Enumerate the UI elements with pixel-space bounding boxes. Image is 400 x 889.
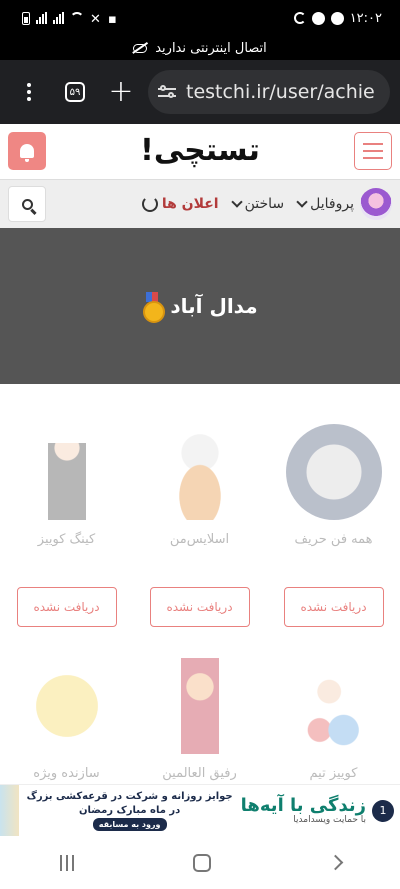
browser-menu-button[interactable] [10,72,48,112]
mute-icon: ✕ [90,12,101,27]
achievement-status-button[interactable]: دریافت نشده [16,587,117,627]
ad-number-badge: 1 [372,799,394,822]
achievement-title: سازنده ویژه [33,766,100,781]
url-text: testchi.ir/user/achie [186,81,375,103]
chevron-down-icon [296,196,308,208]
chevron-down-icon [230,196,243,208]
search-icon [21,198,33,210]
achievements-grid: همه فن حریف دریافت نشده اسلایس‌من دریافت… [0,384,400,784]
nav-profile[interactable]: پروفایل [296,196,354,212]
site-settings-icon[interactable] [158,84,178,100]
home-button[interactable] [192,853,211,872]
ad-text: جوایز روزانه و شرکت در قرعه‌کشی بزرگ در … [27,790,233,832]
status-bar: ✕ ▪ ۱۲:۰۲ [0,0,400,36]
search-button[interactable] [8,186,46,222]
ad-cta-button[interactable]: ورود به مسابقه [92,817,167,831]
achievement-status-button[interactable]: دریافت نشده [149,587,250,627]
achievement-status-button[interactable]: دریافت نشده [283,587,384,627]
achievement-title: رفیق العالمین [162,766,237,781]
signal-2-icon [53,12,64,24]
chat-notification-icon [330,11,344,25]
site-logo[interactable]: تستچی! [120,130,280,172]
site-header: تستچی! [0,124,400,180]
signal-icon [36,12,47,24]
tab-switcher-button[interactable]: ۵۹ [56,72,94,112]
menu-line [363,150,383,152]
cloud-off-icon [133,43,148,53]
puzzle-kid-icon [285,658,382,754]
tab-count: ۵۹ [65,82,85,102]
refresh-icon [141,196,158,212]
system-nav-bar [0,836,400,889]
recent-apps-button[interactable] [59,854,74,871]
astronaut-badge-icon [285,424,382,520]
achievement-card: همه فن حریف دریافت نشده [267,424,400,627]
achievement-title: همه فن حریف [294,532,373,547]
ad-banner[interactable]: 1 زندگی با آیه‌ها با حمایت ویسدامدیا جوا… [0,784,400,837]
status-icons-left: ✕ ▪ [22,11,120,27]
astronaut-on-planet-icon [151,424,248,520]
nav-bar: پروفایل ساختن اعلان ها [0,180,400,228]
achievement-card: سازنده ویژه [0,658,133,781]
achievement-card: رفیق العالمین [133,658,266,781]
menu-line [363,143,383,145]
fox-king-icon [151,658,248,754]
nav-create[interactable]: ساختن [230,196,285,212]
address-bar[interactable]: testchi.ir/user/achie [148,70,390,114]
menu-line [363,157,383,159]
achievement-card: کینگ کوییز دریافت نشده [0,424,133,627]
clock: ۱۲:۰۲ [349,10,382,26]
page-title: مدال آباد [170,294,258,318]
page-banner: مدال آباد [0,228,400,384]
offline-notice: اتصال اینترنتی ندارید [0,36,400,60]
status-icons-right: ۱۲:۰۲ [293,10,382,26]
nav-profile-label: پروفایل [310,196,354,212]
king-character-icon [18,424,115,520]
achievement-card: اسلایس‌من دریافت نشده [133,424,266,627]
nav-create-label: ساختن [244,196,285,212]
ad-line-2: در ماه مبارک رمضان [78,804,181,816]
nav-notifications-label: اعلان ها [161,196,219,212]
back-button[interactable] [327,854,343,871]
ad-brand-sub: با حمایت ویسدامدیا [293,814,366,825]
bell-icon [20,144,34,162]
achievement-title: اسلایس‌من [169,532,230,547]
new-tab-button[interactable]: + [102,72,140,112]
achievement-card: کوییز تیم [267,658,400,781]
ad-brand: زندگی با آیه‌ها [240,794,366,816]
avatar[interactable] [360,188,392,220]
ad-brand-block: زندگی با آیه‌ها با حمایت ویسدامدیا [240,794,366,825]
battery-icon [22,11,30,25]
wifi-icon [70,12,84,24]
nav-notifications[interactable]: اعلان ها [141,196,219,212]
achievement-title: کوییز تیم [309,766,358,781]
ad-artwork [0,784,19,837]
medal-icon [142,292,166,323]
hamburger-menu-button[interactable] [354,132,392,170]
achievement-title: کینگ کوییز [37,532,96,547]
dnd-icon [293,12,306,24]
notifications-button[interactable] [8,132,46,170]
plus-icon: + [108,74,134,109]
pencil-character-icon [18,658,115,754]
lock-icon: ▪ [108,12,117,27]
app-notification-icon [311,11,325,25]
more-vert-icon [27,83,31,101]
offline-text: اتصال اینترنتی ندارید [155,40,267,56]
ad-line-1: جوایز روزانه و شرکت در قرعه‌کشی بزرگ [26,790,233,802]
browser-toolbar: ۵۹ + testchi.ir/user/achie [0,60,400,124]
